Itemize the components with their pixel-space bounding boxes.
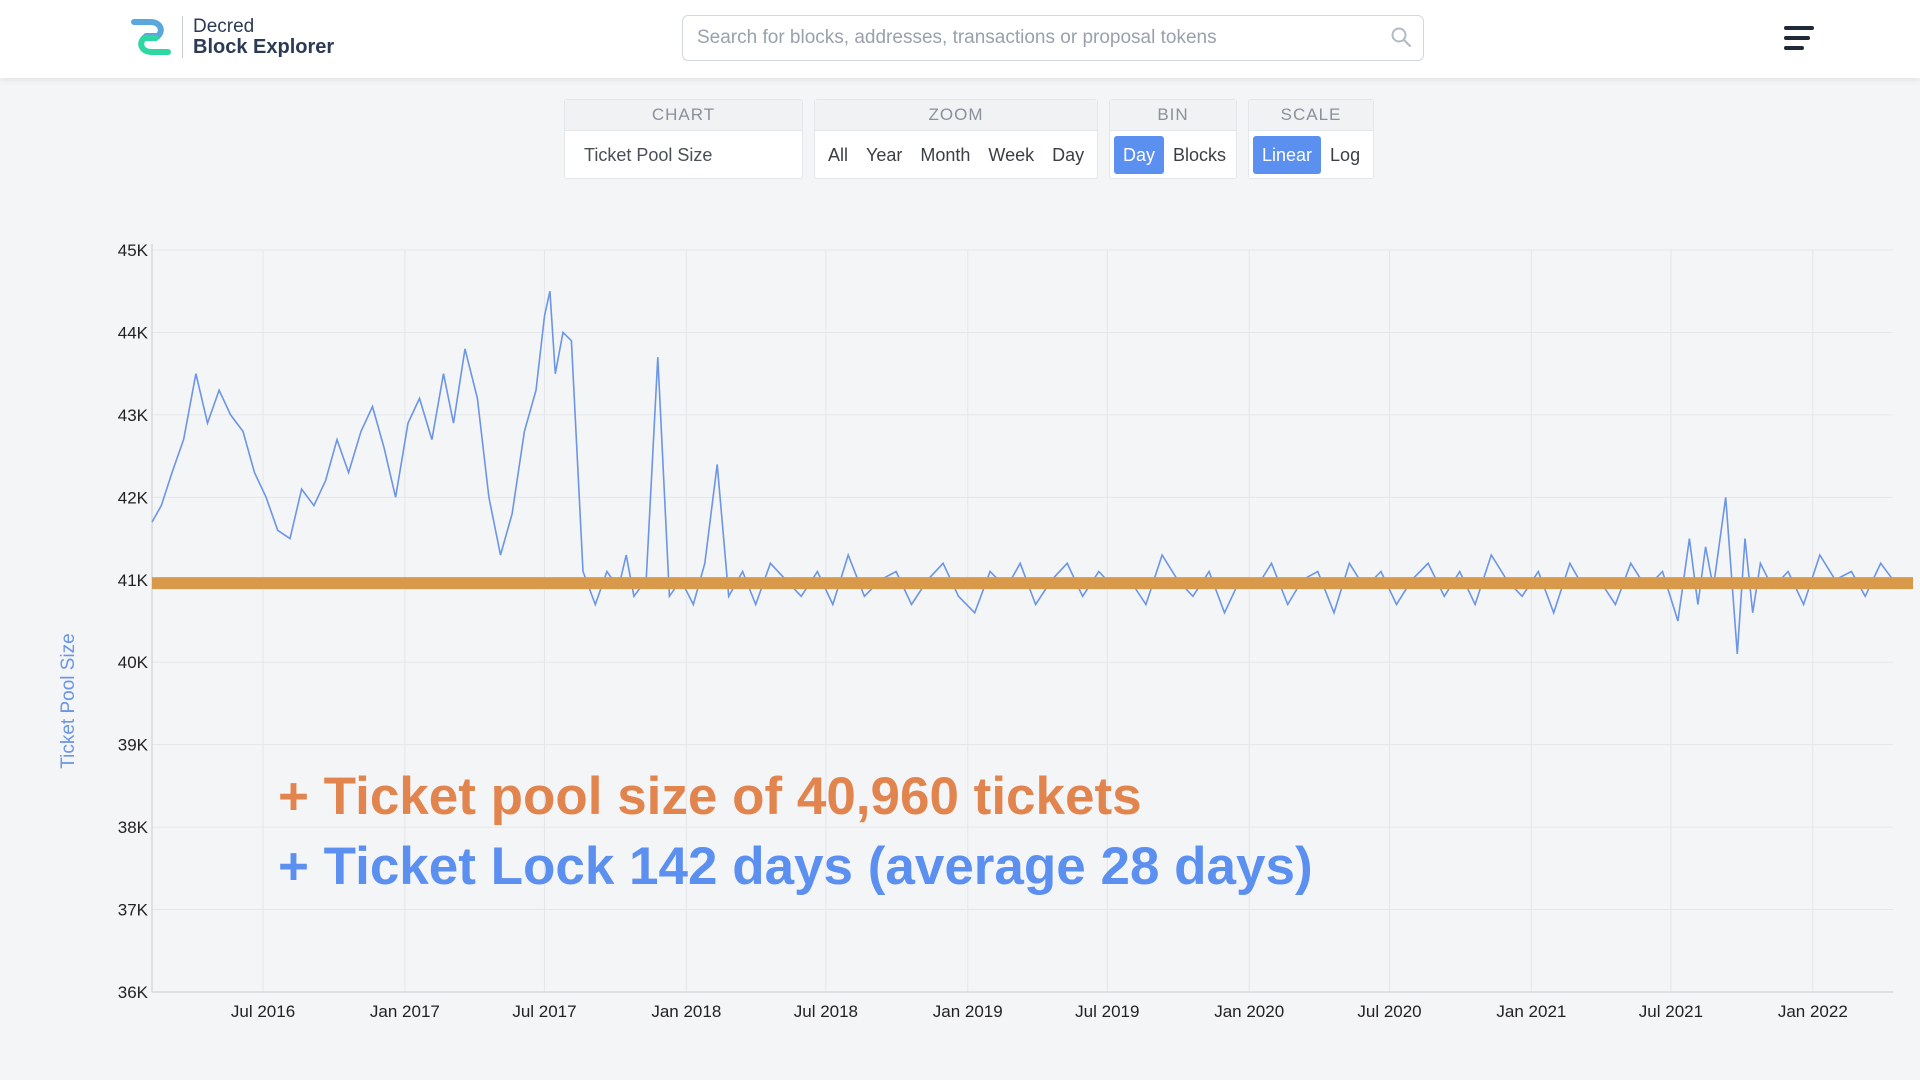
y-tick-label: 37K xyxy=(118,901,149,920)
x-tick-label: Jul 2019 xyxy=(1075,1002,1139,1021)
x-tick-label: Jan 2018 xyxy=(651,1002,721,1021)
y-tick-label: 36K xyxy=(118,983,149,1002)
y-tick-label: 39K xyxy=(118,736,149,755)
x-tick-label: Jul 2021 xyxy=(1639,1002,1703,1021)
annotation-ticket-lock: + Ticket Lock 142 days (average 28 days) xyxy=(278,837,1313,896)
y-tick-label: 45K xyxy=(118,241,149,260)
x-tick-label: Jan 2020 xyxy=(1214,1002,1284,1021)
x-tick-label: Jan 2022 xyxy=(1778,1002,1848,1021)
x-tick-label: Jan 2021 xyxy=(1496,1002,1566,1021)
y-tick-label: 40K xyxy=(118,653,149,672)
chart-series xyxy=(151,291,1894,655)
chart-axes: 45K 44K 43K 42K 41K 40K 39K 38K 37K 36K Jul 2016 Ja… xyxy=(58,241,1893,1021)
y-tick-label: 38K xyxy=(118,818,149,837)
y-axis-title: Ticket Pool Size xyxy=(58,633,79,769)
y-tick-label: 41K xyxy=(118,571,149,590)
y-tick-label: 43K xyxy=(118,406,149,425)
y-tick-label: 42K xyxy=(118,488,149,507)
x-tick-label: Jul 2016 xyxy=(231,1002,295,1021)
x-tick-label: Jul 2017 xyxy=(512,1002,576,1021)
y-tick-label: 44K xyxy=(118,323,149,342)
ticket-pool-series-line xyxy=(151,291,1894,655)
x-tick-label: Jul 2018 xyxy=(794,1002,858,1021)
x-tick-label: Jan 2017 xyxy=(370,1002,440,1021)
ticket-pool-chart[interactable]: 45K 44K 43K 42K 41K 40K 39K 38K 37K 36K Jul 2016 Ja… xyxy=(0,0,1920,1080)
annotation-pool-size: + Ticket pool size of 40,960 tickets xyxy=(278,767,1142,826)
x-tick-label: Jul 2020 xyxy=(1357,1002,1421,1021)
x-tick-label: Jan 2019 xyxy=(933,1002,1003,1021)
